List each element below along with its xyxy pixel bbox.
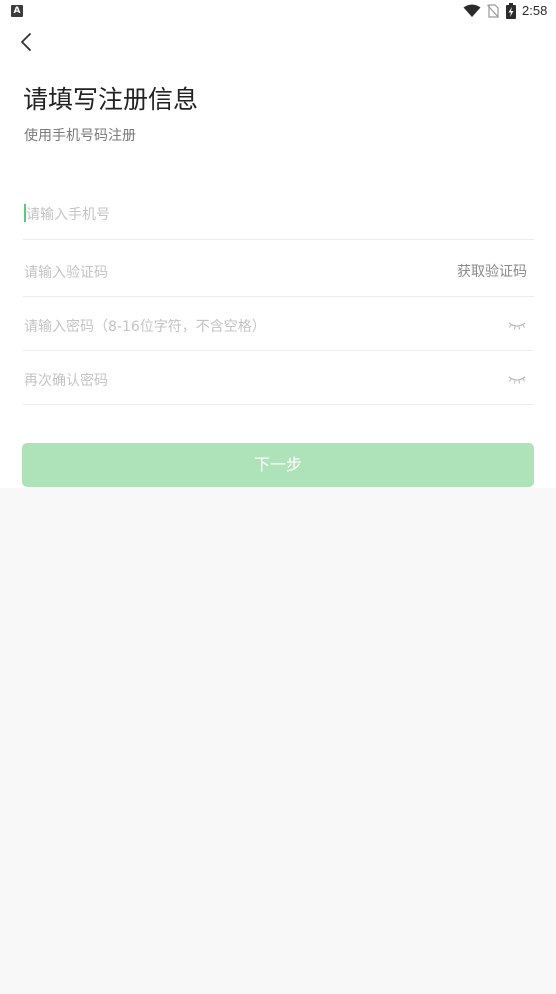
- get-code-button[interactable]: 获取验证码: [457, 261, 527, 281]
- no-sim-icon: [487, 4, 499, 18]
- confirm-password-field: [23, 357, 534, 405]
- confirm-password-input[interactable]: [23, 357, 484, 404]
- password-input[interactable]: [23, 303, 484, 350]
- status-bar: A 2:58: [0, 0, 556, 24]
- status-time: 2:58: [522, 3, 548, 18]
- phone-field: [23, 190, 534, 240]
- page-title: 请填写注册信息: [23, 85, 199, 114]
- registration-panel: A 2:58 请填写注册信息 使用手机号码注册 获取验证码: [0, 0, 556, 488]
- app-notification-icon: A: [11, 5, 23, 17]
- next-step-button[interactable]: 下一步: [22, 443, 534, 487]
- page-subtitle: 使用手机号码注册: [24, 128, 136, 144]
- eye-closed-icon[interactable]: [508, 375, 526, 385]
- back-button[interactable]: [14, 30, 42, 56]
- password-field: [23, 303, 534, 351]
- chevron-left-icon: [21, 33, 31, 51]
- code-input[interactable]: [23, 249, 424, 296]
- eye-closed-icon[interactable]: [508, 321, 526, 331]
- phone-input[interactable]: [23, 190, 426, 239]
- code-field: 获取验证码: [23, 249, 534, 297]
- battery-charging-icon: [506, 3, 516, 19]
- wifi-icon: [463, 4, 481, 17]
